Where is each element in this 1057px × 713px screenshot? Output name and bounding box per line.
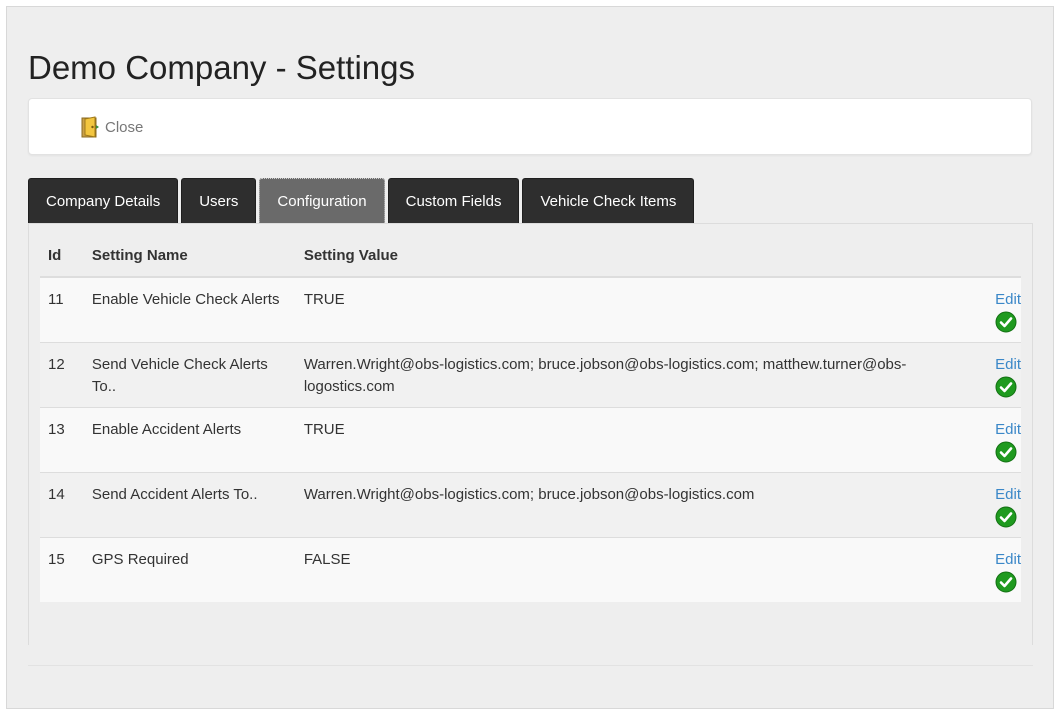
close-label: Close — [105, 118, 144, 136]
row-actions: Edit — [988, 407, 1021, 473]
edit-link[interactable]: Edit — [995, 354, 1021, 376]
row-actions: Edit — [988, 342, 1021, 408]
tab-custom-fields[interactable]: Custom Fields — [387, 178, 520, 224]
setting-id: 13 — [40, 407, 84, 473]
setting-value: Warren.Wright@obs-logistics.com; bruce.j… — [295, 342, 989, 408]
setting-name: Send Accident Alerts To.. — [83, 472, 296, 538]
table-header-row: Id Setting Name Setting Value — [40, 232, 1021, 278]
column-header-setting-value: Setting Value — [295, 232, 989, 278]
table-row: 14 Send Accident Alerts To.. Warren.Wrig… — [40, 472, 1021, 538]
setting-id: 11 — [40, 276, 84, 343]
settings-table: Id Setting Name Setting Value 11 Enable … — [40, 232, 1021, 602]
row-actions: Edit — [988, 537, 1021, 602]
setting-id: 14 — [40, 472, 84, 538]
tab-users[interactable]: Users — [181, 178, 257, 224]
column-header-setting-name: Setting Name — [83, 232, 296, 278]
table-row: 11 Enable Vehicle Check Alerts TRUE Edit — [40, 276, 1021, 343]
row-actions: Edit — [988, 276, 1021, 343]
row-actions: Edit — [988, 472, 1021, 538]
setting-name: Send Vehicle Check Alerts To.. — [83, 342, 296, 408]
setting-value: TRUE — [295, 276, 989, 343]
door-exit-icon — [81, 116, 99, 138]
tab-company-details[interactable]: Company Details — [28, 178, 179, 224]
edit-link[interactable]: Edit — [995, 484, 1021, 506]
table-row: 15 GPS Required FALSE Edit — [40, 537, 1021, 602]
setting-value: Warren.Wright@obs-logistics.com; bruce.j… — [295, 472, 989, 538]
setting-value: FALSE — [295, 537, 989, 602]
check-circle-icon — [995, 441, 1017, 463]
tab-vehicle-check-items[interactable]: Vehicle Check Items — [522, 178, 695, 224]
table-row: 13 Enable Accident Alerts TRUE Edit — [40, 407, 1021, 473]
setting-value: TRUE — [295, 407, 989, 473]
setting-name: GPS Required — [83, 537, 296, 602]
column-header-actions — [988, 232, 1021, 278]
tab-configuration[interactable]: Configuration — [259, 178, 385, 224]
table-row: 12 Send Vehicle Check Alerts To.. Warren… — [40, 342, 1021, 408]
setting-name: Enable Vehicle Check Alerts — [83, 276, 296, 343]
edit-link[interactable]: Edit — [995, 549, 1021, 571]
check-circle-icon — [995, 571, 1017, 593]
setting-id: 12 — [40, 342, 84, 408]
column-header-id: Id — [40, 232, 84, 278]
check-circle-icon — [995, 311, 1017, 333]
check-circle-icon — [995, 506, 1017, 528]
setting-name: Enable Accident Alerts — [83, 407, 296, 473]
edit-link[interactable]: Edit — [995, 289, 1021, 311]
check-circle-icon — [995, 376, 1017, 398]
toolbar: Close — [28, 98, 1032, 155]
page-title: Demo Company - Settings — [28, 49, 415, 86]
divider — [28, 665, 1033, 666]
tab-bar: Company Details Users Configuration Cust… — [28, 178, 695, 224]
edit-link[interactable]: Edit — [995, 419, 1021, 441]
setting-id: 15 — [40, 537, 84, 602]
close-button[interactable]: Close — [81, 116, 143, 138]
